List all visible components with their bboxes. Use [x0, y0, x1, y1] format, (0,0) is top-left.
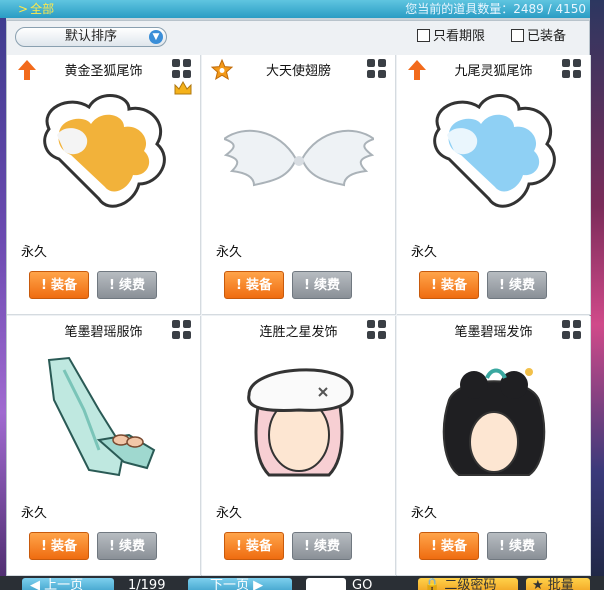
item-duration: 永久 [21, 245, 48, 260]
grid-view-icon[interactable] [172, 320, 192, 340]
renew-button-label: 续费 [313, 539, 340, 554]
equip-button[interactable]: ! 装备 [224, 532, 284, 560]
bulk-button[interactable]: ★ 批量 [526, 578, 590, 590]
equip-button[interactable]: ! 装备 [224, 271, 284, 299]
grid-view-icon[interactable] [562, 59, 582, 79]
renew-button-label: 续费 [508, 539, 535, 554]
item-card: 笔墨碧瑶发饰 永久 ! 装备 ! 续费 [397, 316, 591, 576]
renew-button[interactable]: ! 续费 [487, 271, 547, 299]
renew-button-label: 续费 [313, 278, 340, 293]
equip-button-label: 装备 [50, 278, 77, 293]
renew-button-label: 续费 [118, 278, 145, 293]
win-streak-star-hairpiece-image [247, 368, 354, 477]
tab-all[interactable]: > 全部 [18, 0, 54, 18]
chevron-right-icon: ▶ [249, 578, 264, 590]
equip-button[interactable]: ! 装备 [419, 271, 479, 299]
grid-view-icon[interactable] [562, 320, 582, 340]
background-art-right [590, 0, 604, 590]
checkbox-box[interactable] [417, 29, 430, 42]
equip-button[interactable]: ! 装备 [29, 532, 89, 560]
page-number-input[interactable] [306, 578, 346, 590]
item-card: 笔墨碧瑶服饰 永久 ! 装备 ! 续费 [7, 316, 201, 576]
nine-tail-fox-tail-image [433, 93, 556, 208]
filter-limited-checkbox[interactable]: 只看期限 [417, 29, 485, 45]
filter-equipped-checkbox[interactable]: 已装备 [511, 29, 566, 45]
prev-page-button[interactable]: ◀ 上一页 [22, 578, 114, 590]
item-duration: 永久 [216, 245, 243, 260]
renew-button[interactable]: ! 续费 [292, 271, 352, 299]
lock-icon: 🔒 [424, 578, 445, 590]
item-duration: 永久 [216, 506, 243, 521]
grid-view-icon[interactable] [172, 59, 192, 79]
renew-button-label: 续费 [508, 278, 535, 293]
go-button[interactable]: GO [352, 578, 392, 590]
renew-button-label: 续费 [118, 539, 145, 554]
renew-button[interactable]: ! 续费 [97, 271, 157, 299]
checkbox-box[interactable] [511, 29, 524, 42]
equip-button-label: 装备 [245, 539, 272, 554]
grid-view-icon[interactable] [367, 59, 387, 79]
item-card: 连胜之星发饰 永久 ! 装备 ! 续费 [202, 316, 396, 576]
archangel-wings-image [224, 129, 374, 187]
sort-select[interactable]: 默认排序 ▼ [15, 27, 167, 47]
renew-button[interactable]: ! 续费 [292, 532, 352, 560]
equip-button[interactable]: ! 装备 [419, 532, 479, 560]
item-card: 大天使翅膀 永久 ! 装备 ! 续费 [202, 55, 396, 315]
grid-view-icon[interactable] [367, 320, 387, 340]
sort-select-label: 默认排序 [64, 29, 117, 44]
filter-equipped-label: 已装备 [527, 29, 567, 44]
page-indicator: 1/199 [128, 578, 166, 590]
tab-all-label: 全部 [30, 2, 55, 16]
equip-button-label: 装备 [440, 278, 467, 293]
secondary-password-label: 二级密码 [444, 578, 497, 590]
equip-button[interactable]: ! 装备 [29, 271, 89, 299]
next-page-label: 下一页 [210, 578, 250, 590]
bulk-label: 批量 [547, 578, 574, 590]
ink-jade-outfit-image [47, 356, 156, 477]
renew-button[interactable]: ! 续费 [97, 532, 157, 560]
equip-button-label: 装备 [245, 278, 272, 293]
item-card: 黄金圣狐尾饰 永久 ! 装备 ! 续费 [7, 55, 201, 315]
item-duration: 永久 [411, 245, 438, 260]
item-card: 九尾灵狐尾饰 永久 ! 装备 ! 续费 [397, 55, 591, 315]
star-icon: ★ [532, 578, 548, 590]
chevron-right-icon: > [18, 2, 29, 16]
chevron-down-icon: ▼ [149, 30, 163, 44]
chevron-left-icon: ◀ [30, 578, 45, 590]
controls-bar: 默认排序 ▼ 只看期限 已装备 [7, 21, 589, 55]
item-grid: 黄金圣狐尾饰 永久 ! 装备 ! 续费 大天使翅膀 永久 ! 装备 ! 续费 九… [7, 55, 591, 577]
ink-jade-hairpiece-image [442, 368, 546, 476]
item-duration: 永久 [411, 506, 438, 521]
renew-button[interactable]: ! 续费 [487, 532, 547, 560]
top-bar: > 全部 您当前的道具数量：2489 / 4150 [0, 0, 590, 18]
secondary-password-button[interactable]: 🔒 二级密码 [418, 578, 518, 590]
equip-button-label: 装备 [50, 539, 77, 554]
pagination-bar: ◀ 上一页 1/199 下一页 ▶ GO 🔒 二级密码 ★ 批量 [0, 576, 604, 590]
next-page-button[interactable]: 下一页 ▶ [188, 578, 292, 590]
item-duration: 永久 [21, 506, 48, 521]
golden-fox-tail-image [43, 93, 166, 208]
filter-limited-label: 只看期限 [433, 29, 486, 44]
inventory-panel: 默认排序 ▼ 只看期限 已装备 黄金圣狐尾饰 永久 ! 装备 ! 续费 大天使翅膀 [6, 20, 591, 577]
equip-button-label: 装备 [440, 539, 467, 554]
item-count: 您当前的道具数量：2489 / 4150 [405, 2, 586, 16]
prev-page-label: 上一页 [44, 578, 84, 590]
